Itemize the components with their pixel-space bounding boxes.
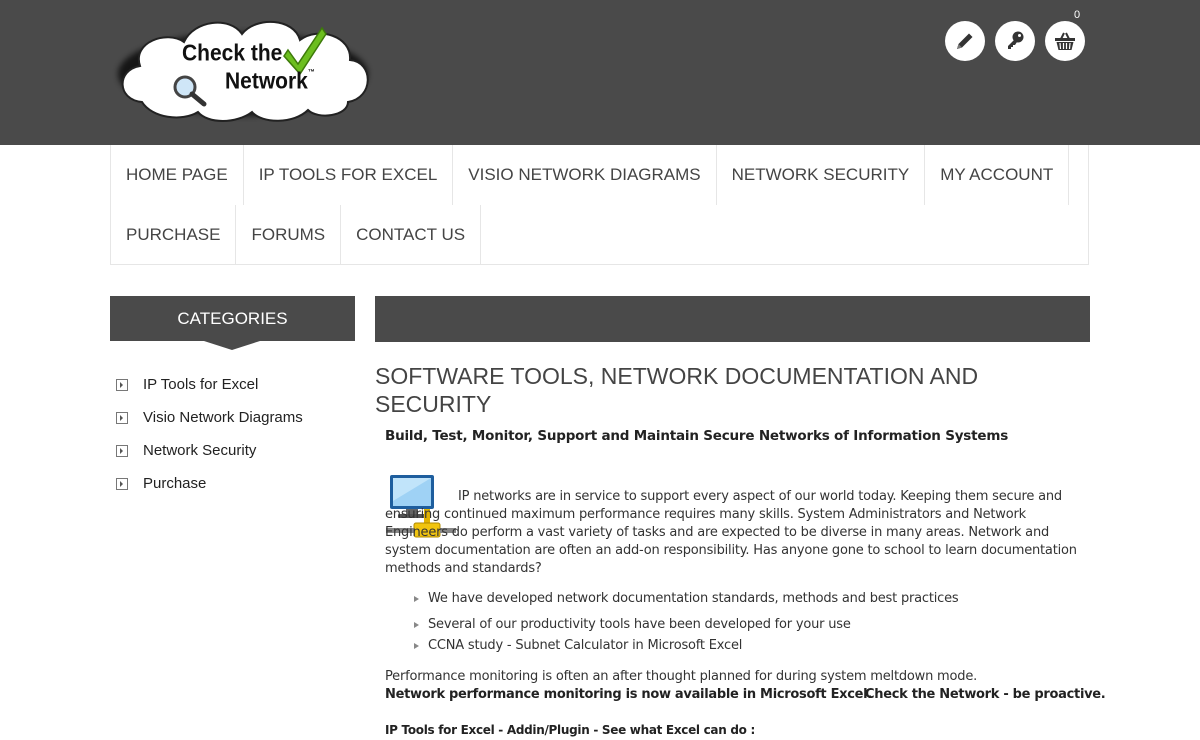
basket-icon: [1055, 32, 1075, 50]
nav-row-1: HOME PAGE IP TOOLS FOR EXCEL VISIO NETWO…: [111, 145, 1070, 205]
bullet-text: Several of our productivity tools have b…: [428, 617, 851, 632]
key-icon: [1008, 31, 1024, 49]
category-label: Network Security: [143, 442, 257, 459]
content-header-bar: [375, 296, 1090, 342]
nav-item-home-page[interactable]: HOME PAGE: [111, 145, 244, 205]
edit-account-button[interactable]: [945, 21, 985, 61]
bullet-triangle-icon: [414, 642, 419, 649]
performance-monitoring-text: Performance monitoring is often an after…: [385, 669, 978, 684]
be-proactive-text: Check the Network - be proactive.: [865, 687, 1106, 702]
page-subtitle: Build, Test, Monitor, Support and Mainta…: [385, 428, 1009, 444]
nav-item-purchase[interactable]: PURCHASE: [111, 205, 237, 265]
main-navigation: HOME PAGE IP TOOLS FOR EXCEL VISIO NETWO…: [110, 145, 1089, 265]
cart-button[interactable]: [1045, 21, 1085, 61]
expand-box-icon: [116, 477, 128, 490]
cart-count-badge: 0: [1074, 9, 1081, 21]
nav-item-visio-network-diagrams[interactable]: VISIO NETWORK DIAGRAMS: [453, 145, 717, 205]
nav-item-network-security[interactable]: NETWORK SECURITY: [717, 145, 926, 205]
category-network-security[interactable]: Network Security: [110, 434, 355, 467]
category-label: IP Tools for Excel: [143, 376, 259, 393]
category-label: Visio Network Diagrams: [143, 409, 303, 426]
bullet-triangle-icon: [414, 595, 419, 602]
categories-list: IP Tools for Excel Visio Network Diagram…: [110, 368, 355, 500]
site-logo[interactable]: Check the Network™: [112, 12, 374, 128]
category-visio-network-diagrams[interactable]: Visio Network Diagrams: [110, 401, 355, 434]
ip-tools-heading: IP Tools for Excel - Addin/Plugin - See …: [385, 723, 755, 737]
login-button[interactable]: [995, 21, 1035, 61]
list-item: Several of our productivity tools have b…: [414, 617, 851, 632]
logo-text-line1: Check the: [182, 41, 283, 66]
expand-box-icon: [116, 378, 128, 391]
categories-heading: CATEGORIES: [110, 296, 355, 341]
logo-trademark: ™: [307, 69, 315, 77]
performance-excel-text: Network performance monitoring is now av…: [385, 687, 872, 702]
expand-box-icon: [116, 411, 128, 424]
nav-item-forums[interactable]: FORUMS: [236, 205, 342, 265]
category-ip-tools-for-excel[interactable]: IP Tools for Excel: [110, 368, 355, 401]
category-purchase[interactable]: Purchase: [110, 467, 355, 500]
list-item: CCNA study - Subnet Calculator in Micros…: [414, 638, 742, 653]
categories-heading-pointer: [204, 341, 260, 350]
nav-row-2: PURCHASE FORUMS CONTACT US: [111, 205, 482, 265]
logo-text-line2: Network™: [225, 69, 315, 95]
list-item: We have developed network documentation …: [414, 591, 959, 606]
icon-indent: [385, 499, 458, 500]
bullet-text: CCNA study - Subnet Calculator in Micros…: [428, 638, 743, 653]
nav-item-contact-us[interactable]: CONTACT US: [341, 205, 482, 265]
page-title: SOFTWARE TOOLS, NETWORK DOCUMENTATION AN…: [375, 363, 979, 417]
nav-item-my-account[interactable]: MY ACCOUNT: [925, 145, 1070, 205]
expand-box-icon: [116, 444, 128, 457]
intro-text: IP networks are in service to support ev…: [385, 489, 1077, 576]
intro-paragraph: IP networks are in service to support ev…: [385, 488, 1090, 578]
nav-item-ip-tools-for-excel[interactable]: IP TOOLS FOR EXCEL: [244, 145, 454, 205]
logo-text-network: Network: [225, 69, 308, 94]
bullet-triangle-icon: [414, 621, 419, 628]
pencil-icon: [957, 33, 973, 49]
bullet-text: We have developed network documentation …: [428, 591, 959, 606]
site-header: Check the Network™ 0: [0, 0, 1200, 145]
category-label: Purchase: [143, 475, 207, 492]
